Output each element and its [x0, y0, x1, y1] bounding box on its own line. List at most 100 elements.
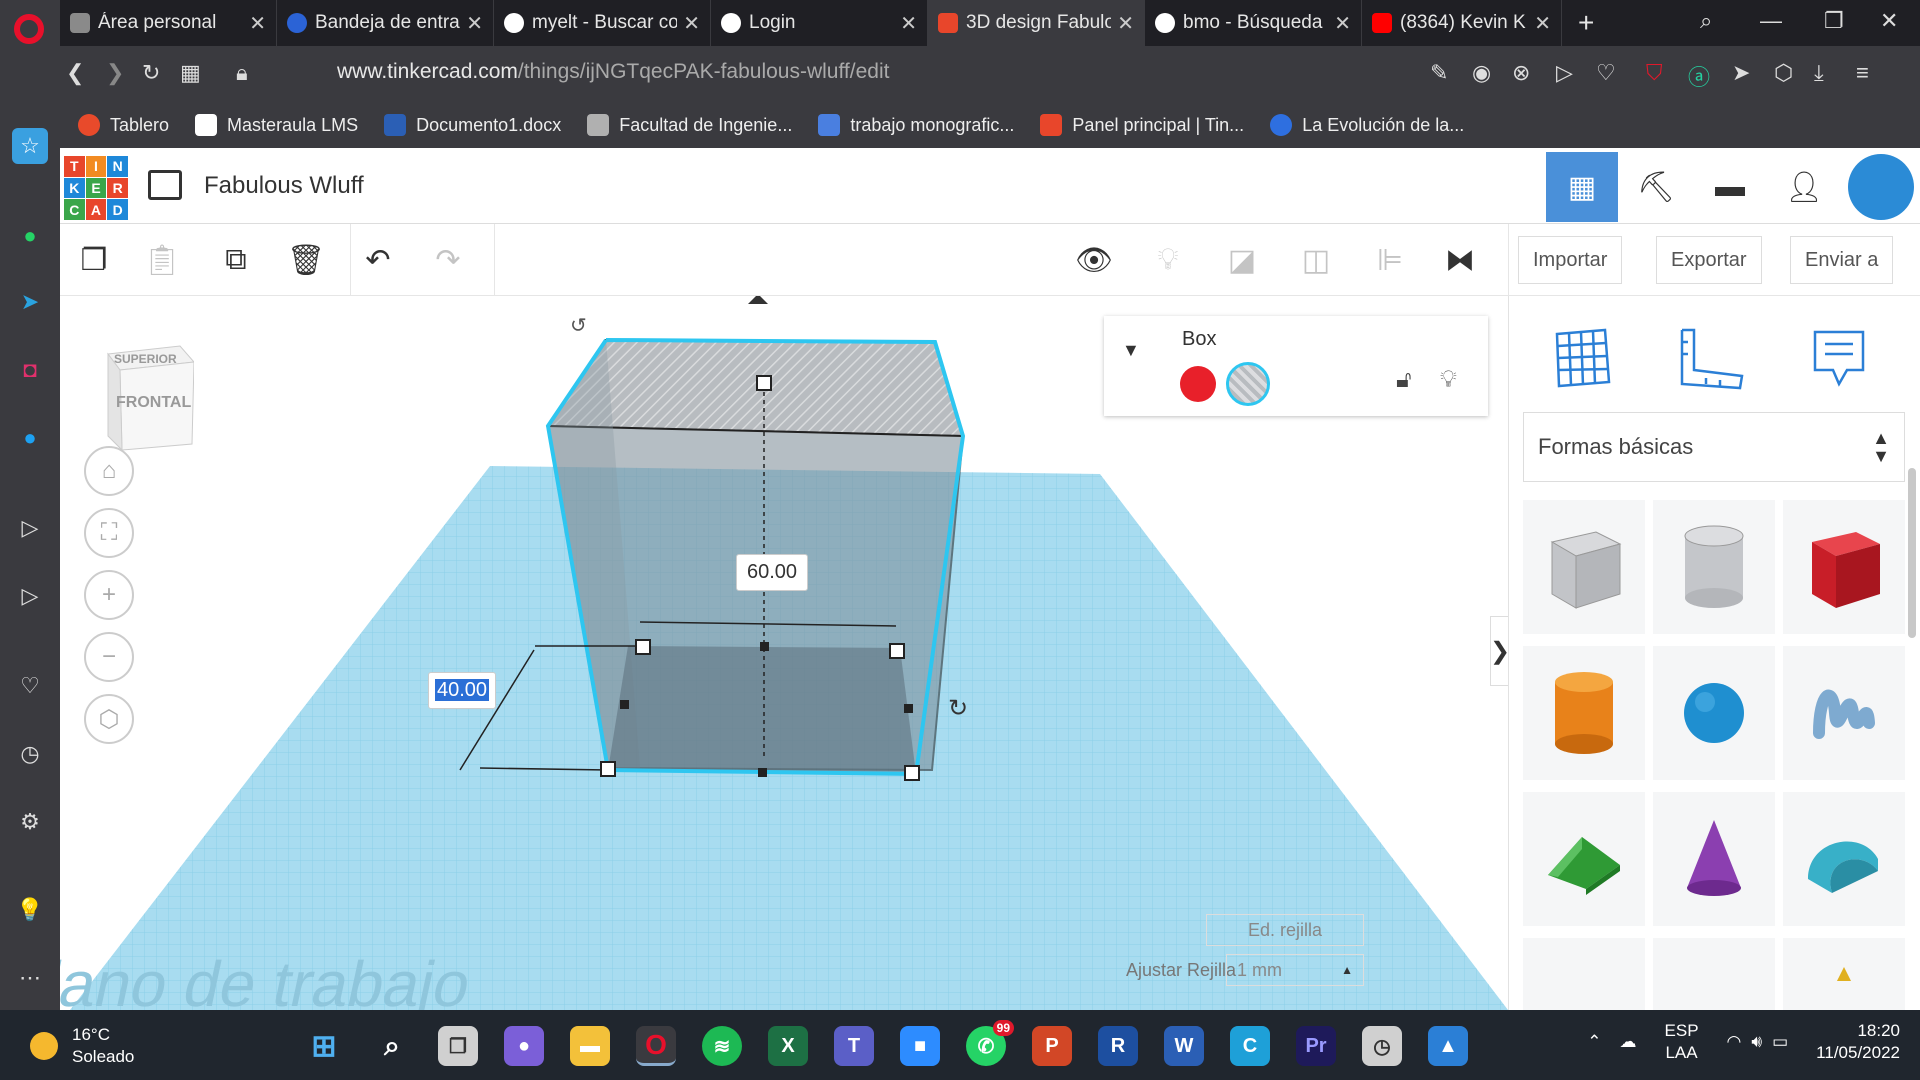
heart-icon[interactable]: ♡ [1596, 60, 1616, 86]
ublock-icon[interactable]: ⛉ [1646, 60, 1663, 86]
adblock-icon[interactable]: ⊗ [1512, 60, 1530, 86]
bookmark-panel[interactable]: Panel principal | Tin... [1040, 114, 1244, 136]
wifi-icon[interactable]: ◠ [1727, 1032, 1742, 1052]
back-icon[interactable]: ❮ [66, 60, 84, 86]
opera-logo-icon[interactable] [14, 14, 44, 44]
language-indicator[interactable]: ESP LAA [1665, 1020, 1699, 1064]
edit-icon[interactable]: ✎ [1430, 60, 1448, 86]
hole-button[interactable] [1226, 362, 1270, 406]
shape-next-row[interactable] [1523, 938, 1645, 1010]
bookmark-trabajo[interactable]: trabajo monografic... [818, 114, 1014, 136]
lightbulb-icon[interactable]: 💡︎ [1440, 366, 1457, 394]
edge-handle[interactable] [904, 704, 913, 713]
solid-color-button[interactable] [1180, 366, 1216, 402]
tinkercad-logo[interactable]: T I N K E R C A D [64, 156, 128, 220]
design-title[interactable]: Fabulous Wluff [204, 172, 364, 200]
bookmark-evolucion[interactable]: La Evolución de la... [1270, 114, 1464, 136]
lightbulb-icon[interactable]: 💡 [12, 892, 48, 928]
revit-icon[interactable]: R [1098, 1026, 1138, 1066]
zoom-app-icon[interactable]: ■ [900, 1026, 940, 1066]
minimize-icon[interactable]: — [1760, 8, 1782, 34]
battery-icon[interactable]: ▭ [1772, 1032, 1788, 1052]
clock-app-icon[interactable]: ◷ [1362, 1026, 1402, 1066]
tabs-grid-icon[interactable]: ▦ [180, 60, 201, 86]
collapse-caret-icon[interactable]: ▼ [1122, 340, 1140, 361]
camtasia-icon[interactable]: C [1230, 1026, 1270, 1066]
ungroup-icon[interactable]: ◫ [1294, 238, 1338, 282]
opera-taskbar-icon[interactable]: O [636, 1026, 676, 1066]
corner-handle[interactable] [635, 639, 651, 655]
trash-icon[interactable]: 🗑︎ [284, 238, 328, 282]
corner-handle[interactable] [904, 765, 920, 781]
shape-next-row[interactable]: ▲ [1783, 938, 1905, 1010]
weather-widget[interactable]: 16°C Soleado [30, 1024, 134, 1068]
shape-round-roof[interactable] [1783, 792, 1905, 926]
shape-cone[interactable] [1653, 792, 1775, 926]
settings-icon[interactable]: ⚙ [12, 804, 48, 840]
cursor-icon[interactable]: ➤ [1732, 60, 1750, 86]
close-icon[interactable]: ✕ [466, 11, 483, 36]
snap-grid-select[interactable]: 1 mm ▲ [1226, 954, 1364, 986]
export-button[interactable]: Exportar [1656, 236, 1762, 284]
tab-login[interactable]: Login ✕ [711, 0, 928, 46]
notes-lightbulb-icon[interactable]: 💡︎ [1146, 238, 1190, 282]
chat-icon[interactable]: ● [504, 1026, 544, 1066]
duplicate-icon[interactable]: ⧉ [214, 238, 258, 282]
fit-view-icon[interactable]: ⛶ [84, 508, 134, 558]
shape-box-hole[interactable] [1523, 500, 1645, 634]
mirror-icon[interactable]: ⧓ [1438, 238, 1482, 282]
zoom-in-icon[interactable]: + [84, 570, 134, 620]
whatsapp-icon[interactable]: ● [12, 218, 48, 254]
depth-dimension-input[interactable]: 40.00 [428, 672, 497, 709]
move-up-handle[interactable] [748, 296, 768, 304]
url-field[interactable]: www.tinkercad.com/things/ijNGTqecPAK-fab… [337, 60, 889, 84]
history-icon[interactable]: ◷ [12, 736, 48, 772]
bricks-icon[interactable]: ▬ [1694, 152, 1766, 222]
clock[interactable]: 18:20 11/05/2022 [1816, 1020, 1900, 1064]
new-tab-button[interactable]: + [1578, 7, 1594, 39]
player-icon[interactable]: ▷ [12, 510, 48, 546]
undo-icon[interactable]: ↶ [356, 238, 400, 282]
tab-youtube[interactable]: (8364) Kevin K ✕ [1362, 0, 1562, 46]
cloud-icon[interactable]: ☁ [1620, 1032, 1637, 1052]
design-menu-icon[interactable] [148, 170, 182, 200]
close-icon[interactable]: ✕ [683, 11, 700, 36]
twitter-icon[interactable]: ● [12, 420, 48, 456]
more-icon[interactable]: ⋯ [12, 960, 48, 996]
close-icon[interactable]: ✕ [249, 11, 266, 36]
tab-area-personal[interactable]: Área personal ✕ [60, 0, 277, 46]
tab-bmo[interactable]: bmo - Búsqueda ✕ [1145, 0, 1362, 46]
powerpoint-icon[interactable]: P [1032, 1026, 1072, 1066]
3d-view-button[interactable]: ▦ [1546, 152, 1618, 222]
panel-collapse-button[interactable]: ❯ [1490, 616, 1510, 686]
spotify-icon[interactable]: ≋ [702, 1026, 742, 1066]
file-explorer-icon[interactable]: ▬ [570, 1026, 610, 1066]
window-close-icon[interactable]: ✕ [1880, 8, 1898, 34]
shape-cylinder-hole[interactable] [1653, 500, 1775, 634]
task-view-icon[interactable]: ❐ [438, 1026, 478, 1066]
edit-grid-button[interactable]: Ed. rejilla [1206, 914, 1364, 946]
notes-icon[interactable] [1799, 318, 1879, 398]
group-icon[interactable]: ◪ [1220, 238, 1264, 282]
search-icon[interactable]: ⌕ [372, 1026, 412, 1066]
extension-a-icon[interactable]: ⓐ [1688, 60, 1710, 92]
bookmark-facultad[interactable]: Facultad de Ingenie... [587, 114, 792, 136]
start-icon[interactable]: ⊞ [304, 1026, 344, 1066]
telegram-icon[interactable]: ➤ [12, 284, 48, 320]
corner-handle[interactable] [600, 761, 616, 777]
rotate-handle-icon[interactable]: ↺ [570, 315, 587, 337]
tab-bandeja[interactable]: Bandeja de entra ✕ [277, 0, 494, 46]
word-icon[interactable]: W [1164, 1026, 1204, 1066]
zoom-out-icon[interactable]: − [84, 632, 134, 682]
send-icon[interactable]: ▷ [12, 578, 48, 614]
import-button[interactable]: Importar [1518, 236, 1623, 284]
workplane-viewport[interactable]: Plano de trabajo ↻ ↺ 60.00 40.00 SUPERIO… [60, 296, 1508, 1010]
whatsapp-taskbar-icon[interactable]: ✆ 99 [966, 1020, 1014, 1066]
volume-icon[interactable]: 🔊︎ [1751, 1032, 1762, 1052]
restore-icon[interactable]: ❐ [1824, 8, 1844, 34]
reload-icon[interactable]: ↻ [142, 60, 160, 86]
perspective-icon[interactable]: ⬡ [84, 694, 134, 744]
lock-icon[interactable]: 🔓︎ [1396, 366, 1412, 394]
rotate-handle-icon[interactable]: ↻ [948, 695, 968, 722]
shape-cylinder[interactable] [1523, 646, 1645, 780]
